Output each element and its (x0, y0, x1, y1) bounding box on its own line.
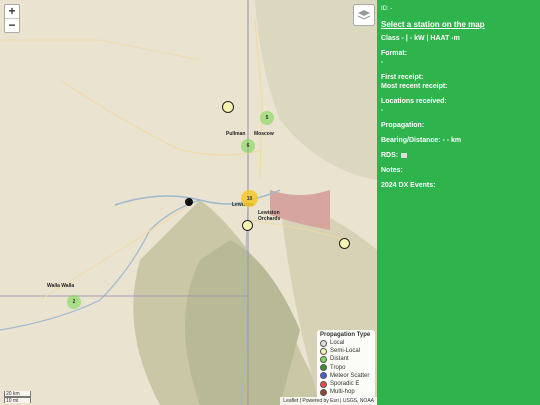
legend-item: Local (320, 339, 372, 347)
map-view[interactable]: + − Pullman Moscow Lewiston Lewiston Orc… (0, 0, 377, 405)
legend-item: Semi-Local (320, 347, 372, 355)
station-marker[interactable] (339, 238, 350, 249)
layers-icon (357, 10, 371, 20)
propagation-label: Propagation: (381, 122, 425, 129)
select-station-prompt[interactable]: Select a station on the map (381, 20, 536, 29)
zoom-control: + − (4, 4, 20, 33)
cluster-marker[interactable]: 5 (260, 111, 274, 125)
rds-indicator (401, 152, 408, 158)
label-lewiston-orchards: Lewiston Orchards (258, 210, 281, 222)
zoom-out-button[interactable]: − (5, 18, 19, 32)
legend-item: Tropo (320, 364, 372, 372)
legend-item: Meteor Scatter (320, 372, 372, 380)
propagation-legend: Propagation Type Local Semi-Local Distan… (317, 330, 375, 400)
scale-bar: 20 km 10 mi (4, 391, 31, 404)
rds-label: RDS: (381, 152, 536, 159)
zoom-in-button[interactable]: + (5, 5, 19, 18)
format-value: - (381, 59, 384, 66)
station-marker[interactable] (185, 198, 193, 206)
most-recent-receipt: Most recent receipt: (381, 83, 448, 90)
label-moscow: Moscow (254, 131, 274, 137)
legend-item: Multi-hop (320, 388, 372, 396)
legend-item: Distant (320, 355, 372, 363)
station-marker[interactable] (242, 220, 253, 231)
map-attribution[interactable]: Leaflet | Powered by Esri | USGS, NOAA (280, 397, 377, 405)
cluster-marker[interactable]: 10 (241, 190, 258, 207)
station-id: ID: - (381, 6, 393, 12)
locations-value: - (381, 107, 384, 114)
label-walla-walla: Walla Walla (47, 283, 75, 289)
cluster-marker[interactable]: 2 (67, 295, 81, 309)
bearing-distance: Bearing/Distance: - - km (381, 137, 462, 144)
layers-button[interactable] (353, 4, 375, 26)
first-receipt: First receipt: (381, 74, 424, 81)
cluster-marker[interactable]: 6 (241, 139, 255, 153)
notes-label: Notes: (381, 167, 403, 174)
station-marker[interactable] (222, 101, 234, 113)
locations-label: Locations received: (381, 98, 447, 105)
label-pullman: Pullman (226, 131, 246, 137)
format-label: Format: (381, 50, 408, 57)
legend-item: Sporadic E (320, 380, 372, 388)
station-info-panel: ID: - Select a station on the map Class … (377, 0, 540, 405)
dx-events-label: 2024 DX Events: (381, 182, 436, 189)
station-class: Class - | - kW | HAAT -m (381, 35, 460, 42)
legend-title: Propagation Type (320, 332, 371, 338)
